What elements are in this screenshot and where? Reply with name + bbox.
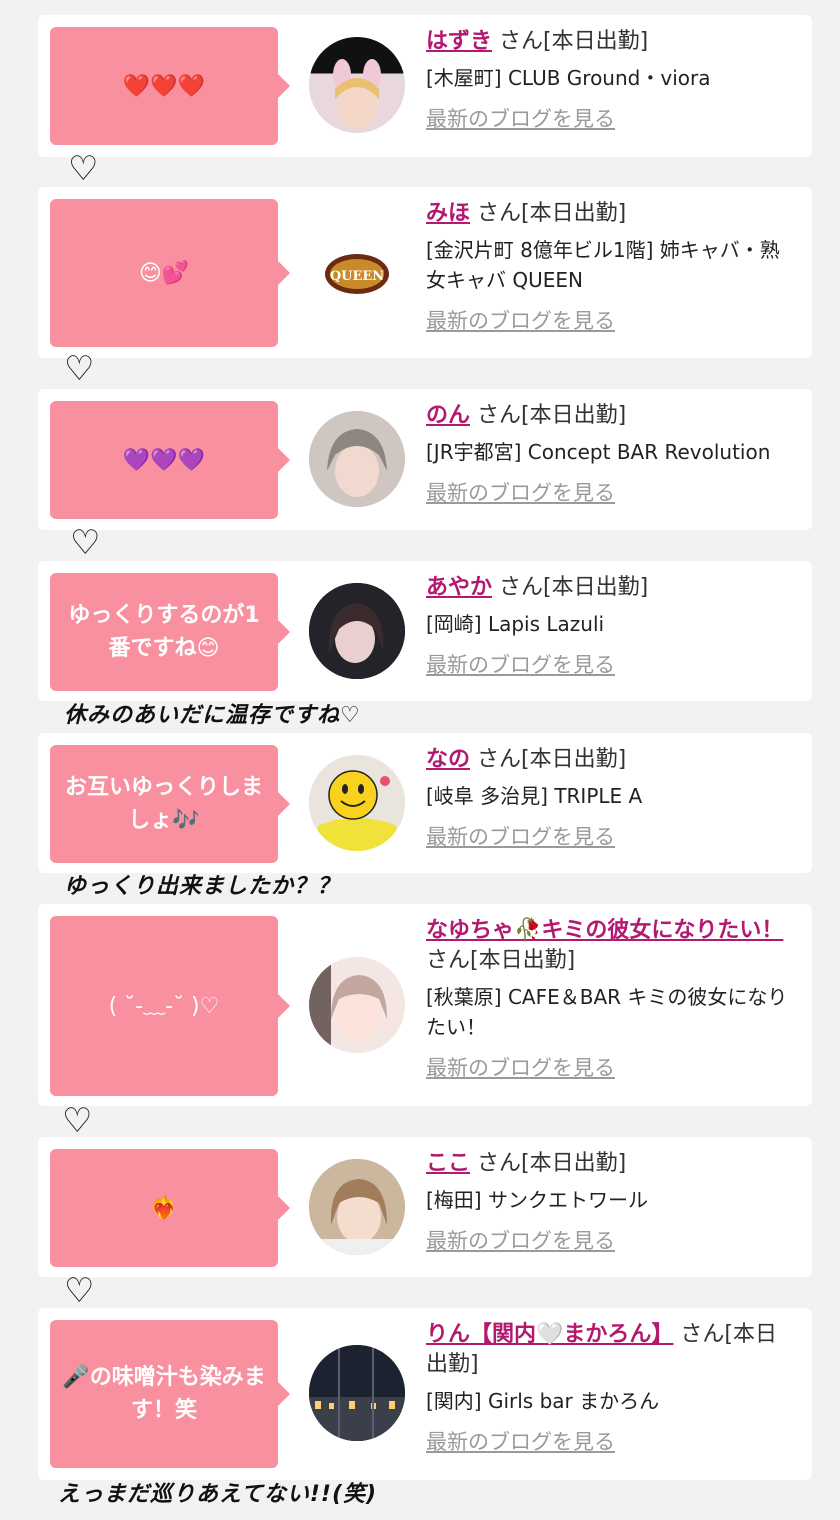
cast-card[interactable]: ゆっくりするのが1番ですね😊 あやか さん[本日出勤] [岡崎] Lapis L… bbox=[38, 561, 812, 701]
shop-text: [金沢片町 8億年ビル1階] 姉キャバ・熟女キャバ QUEEN bbox=[426, 238, 780, 292]
blog-link[interactable]: 最新のブログを見る bbox=[426, 479, 615, 507]
status-text: さん[本日出勤] bbox=[477, 747, 627, 772]
cast-card[interactable]: ❤️❤️❤️ はずき さん[本日出勤] [木屋町] CLUB Ground・vi… bbox=[38, 15, 812, 157]
comment-text: ❤️❤️❤️ bbox=[122, 73, 206, 99]
avatar-night-view bbox=[309, 1345, 405, 1441]
blog-link[interactable]: 最新のブログを見る bbox=[426, 1227, 615, 1255]
avatar[interactable] bbox=[309, 583, 405, 679]
comment-bubble: ( ˘-﹏-˘ )♡ bbox=[50, 916, 290, 1096]
blog-link[interactable]: 最新のブログを見る bbox=[426, 307, 615, 335]
shop-text: [秋葉原] CAFE＆BAR キミの彼女になりたい！ bbox=[426, 985, 788, 1039]
handwritten-note: 休みのあいだに温存ですね♡ bbox=[64, 703, 361, 728]
cast-card[interactable]: 😊💕 QUEEN みほ さん[本日出勤] [金沢片町 8億年ビル1階] 姉キャバ… bbox=[38, 187, 812, 358]
blog-link[interactable]: 最新のブログを見る bbox=[426, 105, 615, 133]
blog-link[interactable]: 最新のブログを見る bbox=[426, 1428, 615, 1456]
avatar[interactable] bbox=[309, 1345, 405, 1441]
comment-bubble: 💜💜💜 bbox=[50, 401, 290, 519]
comment-text: ❤️‍🔥 bbox=[150, 1195, 178, 1221]
handwritten-note: えっまだ巡りあえてない!!(笑) bbox=[58, 1482, 378, 1507]
cast-name-link[interactable]: なゆちゃ🥀キミの彼女になりたい！ bbox=[426, 918, 783, 943]
shop-text: [岐阜 多治見] TRIPLE A bbox=[426, 784, 643, 808]
cast-name-link[interactable]: ここ bbox=[426, 1151, 470, 1176]
cast-name-link[interactable]: なの bbox=[426, 747, 470, 772]
status-text: さん[本日出勤] bbox=[477, 403, 627, 428]
comment-bubble: 🎤の味噌汁も染みます！笑 bbox=[50, 1320, 290, 1468]
avatar-smiley-face bbox=[309, 755, 405, 851]
blog-link[interactable]: 最新のブログを見る bbox=[426, 1054, 615, 1082]
comment-text: 🎤の味噌汁も染みます！笑 bbox=[62, 1365, 266, 1423]
cast-name-link[interactable]: はずき bbox=[426, 29, 492, 54]
handwritten-note: ゆっくり出来ましたか？？ bbox=[64, 874, 341, 899]
status-text: さん[本日出勤] bbox=[426, 948, 576, 973]
avatar[interactable] bbox=[309, 411, 405, 507]
status-text: さん[本日出勤] bbox=[499, 29, 649, 54]
comment-text: 😊💕 bbox=[138, 260, 190, 286]
shop-text: [梅田] サンクエトワール bbox=[426, 1188, 648, 1212]
comment-bubble: お互いゆっくりしましょ🎶 bbox=[50, 745, 290, 863]
avatar[interactable] bbox=[309, 1159, 405, 1255]
avatar-queen-logo: QUEEN bbox=[325, 254, 389, 294]
cast-card[interactable]: 💜💜💜 のん さん[本日出勤] [JR宇都宮] Concept BAR Revo… bbox=[38, 389, 812, 530]
avatar-bunny-ears bbox=[333, 59, 381, 129]
status-text: さん[本日出勤] bbox=[499, 575, 649, 600]
status-text: さん[本日出勤] bbox=[477, 1151, 627, 1176]
avatar[interactable] bbox=[309, 957, 405, 1053]
heart-doodle-icon: ♡ bbox=[64, 1271, 95, 1311]
comment-bubble: ゆっくりするのが1番ですね😊 bbox=[50, 573, 290, 691]
heart-doodle-icon: ♡ bbox=[62, 1101, 93, 1141]
avatar[interactable] bbox=[309, 37, 405, 133]
cast-name-link[interactable]: のん bbox=[426, 403, 470, 428]
cast-card[interactable]: ( ˘-﹏-˘ )♡ なゆちゃ🥀キミの彼女になりたい！ さん[本日出勤] [秋葉… bbox=[38, 904, 812, 1106]
heart-doodle-icon: ♡ bbox=[68, 149, 99, 189]
avatar[interactable] bbox=[309, 755, 405, 851]
logo-text: QUEEN bbox=[330, 269, 384, 284]
cast-name-link[interactable]: あやか bbox=[426, 575, 492, 600]
cast-name-link[interactable]: りん【関内🤍まかろん】 bbox=[426, 1322, 673, 1347]
shop-text: [岡崎] Lapis Lazuli bbox=[426, 612, 605, 636]
shop-text: [関内] Girls bar まかろん bbox=[426, 1389, 660, 1413]
status-text: さん[本日出勤] bbox=[477, 201, 627, 226]
comment-text: 💜💜💜 bbox=[122, 447, 206, 473]
blog-link[interactable]: 最新のブログを見る bbox=[426, 823, 615, 851]
avatar[interactable]: QUEEN bbox=[309, 224, 405, 320]
cast-card[interactable]: 🎤の味噌汁も染みます！笑 りん【関内🤍まかろん】 さん[本日出勤] [関内] G… bbox=[38, 1308, 812, 1480]
heart-doodle-icon: ♡ bbox=[64, 349, 95, 389]
comment-bubble: ❤️❤️❤️ bbox=[50, 27, 290, 145]
comment-bubble: 😊💕 bbox=[50, 199, 290, 347]
avatar-portrait-blond bbox=[309, 1159, 405, 1255]
avatar-portrait bbox=[309, 411, 405, 507]
comment-text: ( ˘-﹏-˘ )♡ bbox=[108, 993, 220, 1019]
cast-card[interactable]: ❤️‍🔥 ここ さん[本日出勤] [梅田] サンクエトワール 最新のブログを見る bbox=[38, 1137, 812, 1277]
shop-text: [JR宇都宮] Concept BAR Revolution bbox=[426, 440, 771, 464]
comment-text: ゆっくりするのが1番ですね😊 bbox=[68, 603, 260, 661]
cast-name-link[interactable]: みほ bbox=[426, 201, 470, 226]
avatar-portrait-light bbox=[309, 957, 405, 1053]
comment-text: お互いゆっくりしましょ🎶 bbox=[64, 775, 263, 833]
cast-card[interactable]: お互いゆっくりしましょ🎶 なの さん[本日出勤] [岐阜 多治見] TRIPLE… bbox=[38, 733, 812, 873]
avatar-portrait-dark bbox=[309, 583, 405, 679]
blog-link[interactable]: 最新のブログを見る bbox=[426, 651, 615, 679]
heart-doodle-icon: ♡ bbox=[70, 523, 101, 563]
shop-text: [木屋町] CLUB Ground・viora bbox=[426, 66, 711, 90]
comment-bubble: ❤️‍🔥 bbox=[50, 1149, 290, 1267]
